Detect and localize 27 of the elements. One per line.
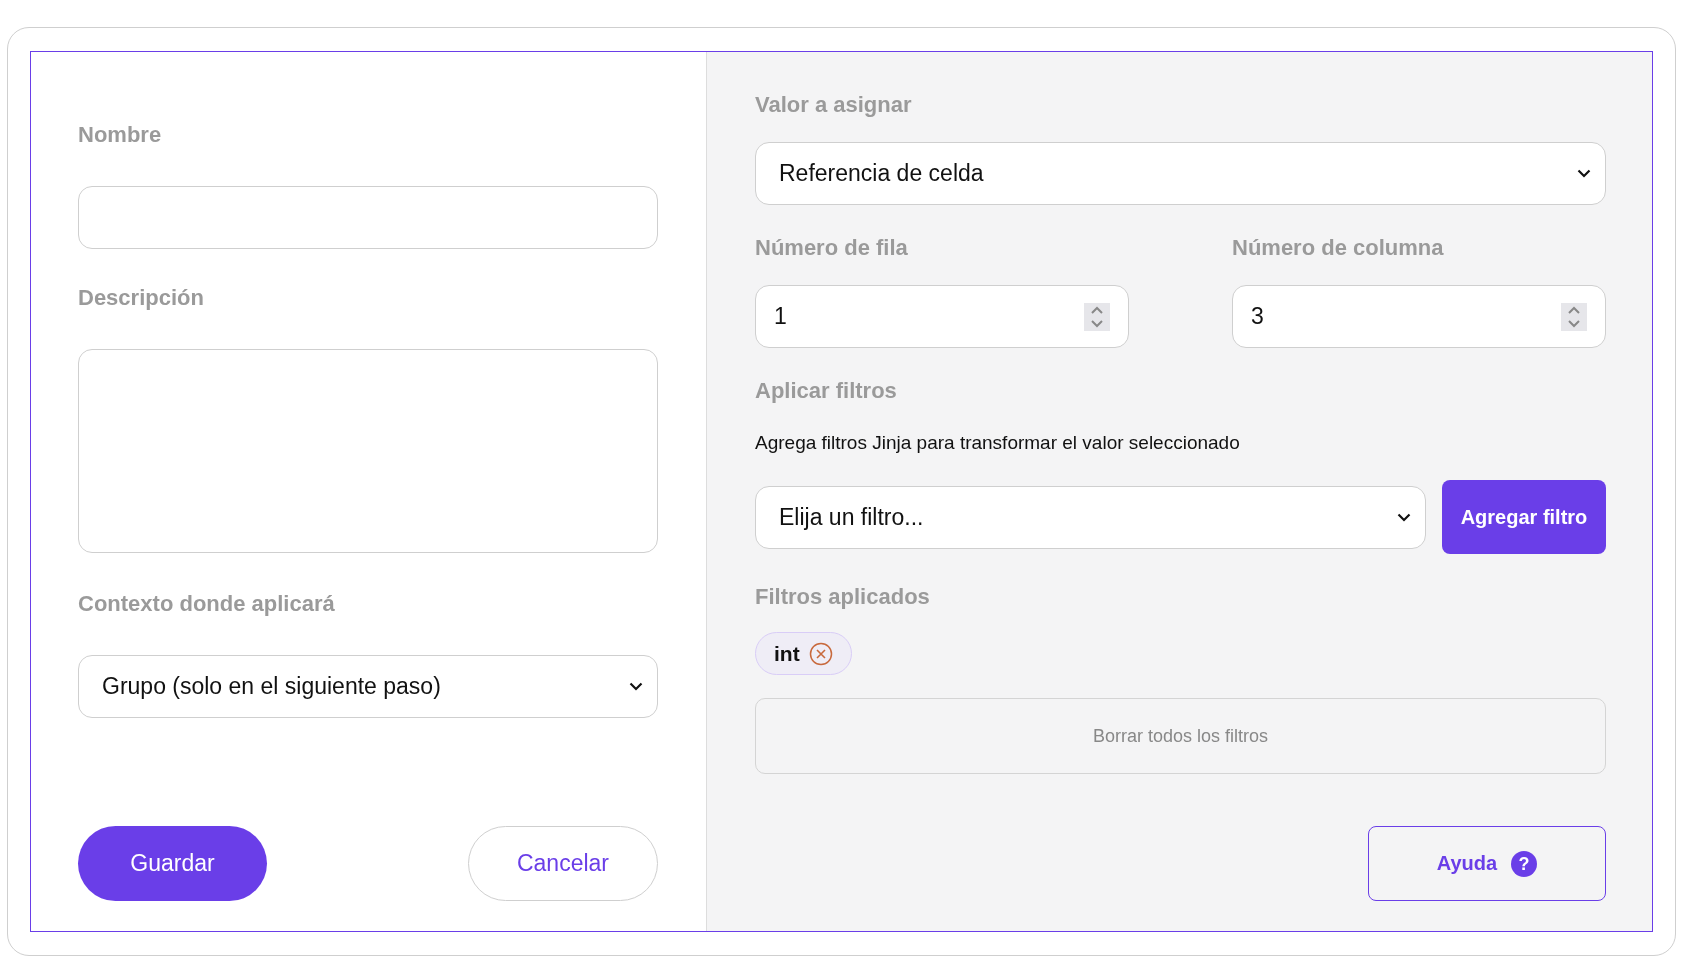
filter-select[interactable]: Elija un filtro... (755, 485, 1426, 549)
filters-description: Agrega filtros Jinja para transformar el valor seleccionado (755, 432, 1241, 454)
section-title: Filtros aplicados (755, 584, 931, 610)
remove-icon[interactable] (808, 641, 833, 666)
cancel-button[interactable]: Cancelar (468, 826, 658, 901)
chevron-down-icon (1577, 169, 1591, 178)
row-number-input[interactable]: 1 (755, 285, 1129, 348)
field-label: Número de columna (1232, 235, 1445, 261)
chevron-down-icon (629, 682, 643, 691)
stepper-icon[interactable] (1084, 302, 1110, 331)
section-title: Aplicar filtros (755, 378, 898, 404)
add-filter-button[interactable]: Agregar filtro (1442, 480, 1606, 554)
field-label: Nombre (78, 122, 163, 148)
value-select[interactable]: Referencia de celda (755, 142, 1606, 205)
field-label: Valor a asignar (755, 92, 913, 118)
field-label: Contexto donde aplicará (78, 591, 336, 617)
name-input[interactable] (78, 186, 658, 249)
field-label: Número de fila (755, 235, 909, 261)
chip-label: int (774, 641, 800, 666)
context-select[interactable]: Grupo (solo en el siguiente paso) (78, 655, 658, 718)
column-number-input[interactable]: 3 (1232, 285, 1606, 348)
chevron-down-icon (1397, 512, 1411, 522)
save-button[interactable]: Guardar (78, 826, 267, 901)
help-icon: ? (1511, 850, 1538, 877)
help-button[interactable]: Ayuda ? (1368, 826, 1606, 901)
stepper-icon[interactable] (1561, 302, 1587, 331)
field-label: Descripción (78, 285, 205, 311)
